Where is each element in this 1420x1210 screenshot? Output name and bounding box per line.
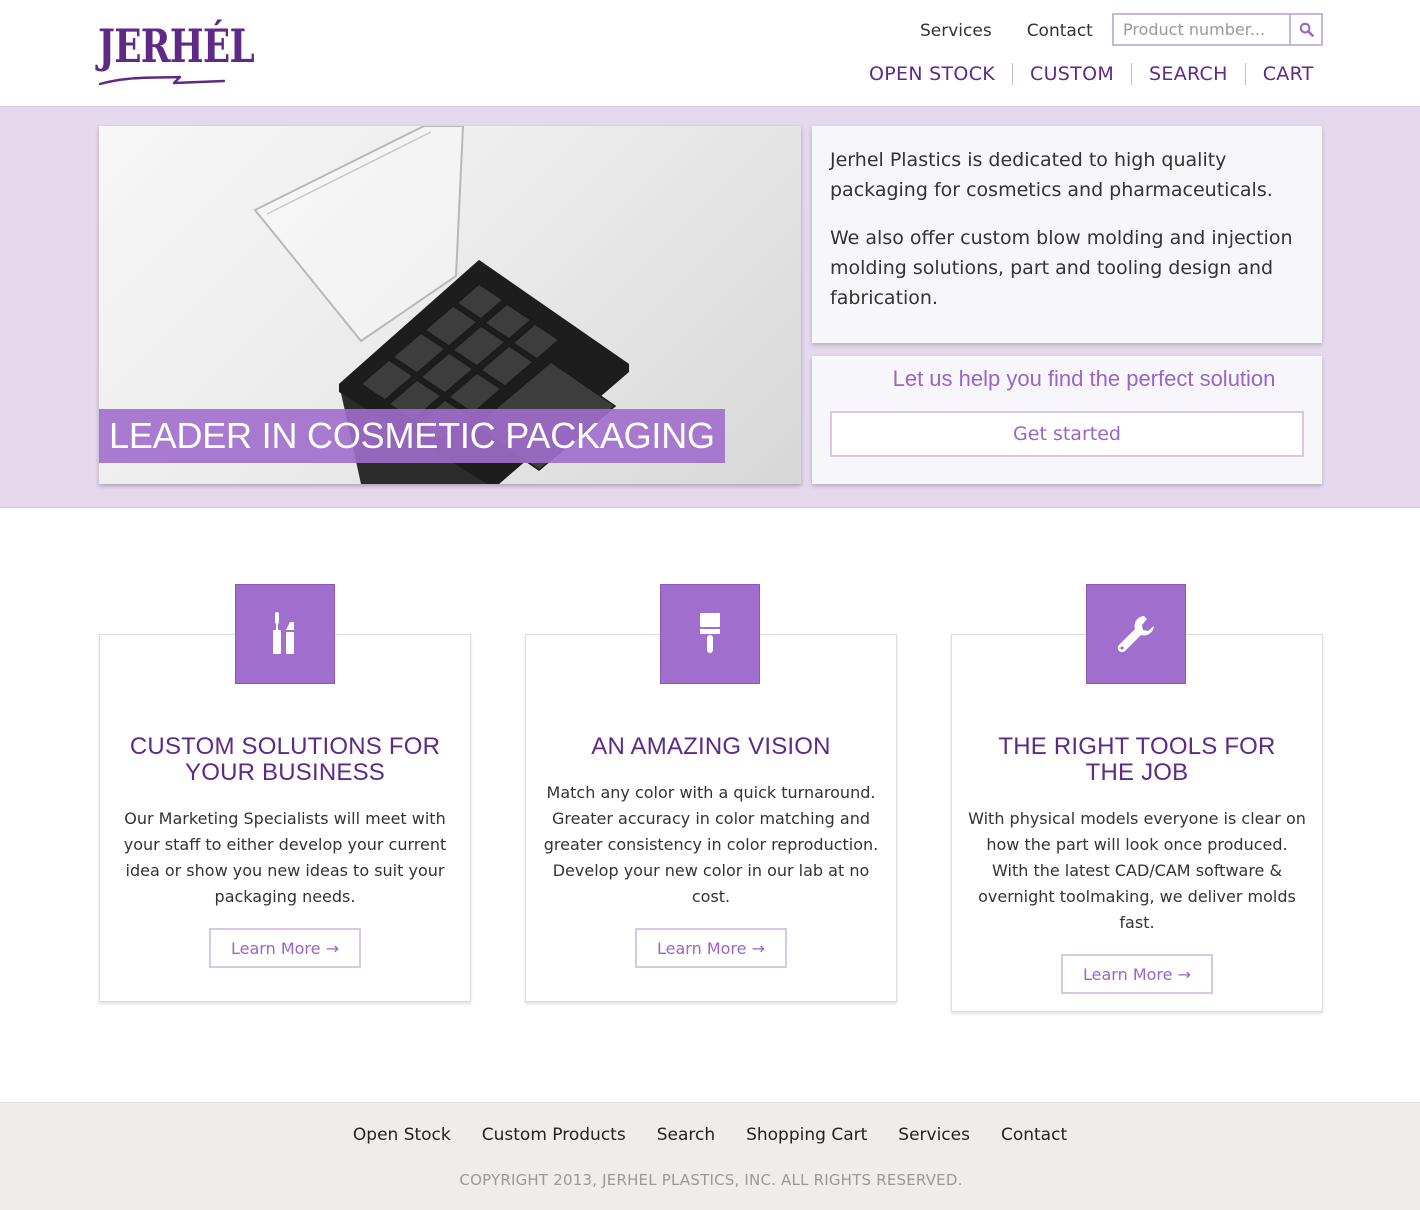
- nav-divider: [1012, 63, 1014, 85]
- footer-link-open-stock[interactable]: Open Stock: [353, 1124, 451, 1146]
- feature-title: THE RIGHT TOOLS FOR THE JOB: [998, 733, 1276, 786]
- nav-divider: [1131, 63, 1133, 85]
- feature-card-amazing-vision: AN AMAZING VISION Match any color with a…: [525, 634, 897, 1002]
- logo-wordmark: JERHÉL: [98, 19, 255, 73]
- feature-description: Our Marketing Specialists will meet with…: [123, 809, 447, 906]
- nav-cart[interactable]: CART: [1263, 62, 1314, 86]
- nav-custom[interactable]: CUSTOM: [1030, 62, 1114, 86]
- search-icon: [1299, 22, 1314, 37]
- utility-nav: Services Contact: [920, 20, 1093, 42]
- footer-link-custom-products[interactable]: Custom Products: [482, 1124, 626, 1146]
- hero-caption: LEADER IN COSMETIC PACKAGING: [99, 409, 725, 463]
- intro-paragraph: Jerhel Plastics is dedicated to high qua…: [830, 149, 1273, 201]
- feature-card-custom-solutions: CUSTOM SOLUTIONS FOR YOUR BUSINESS Our M…: [99, 634, 471, 1002]
- footer-nav: Open Stock Custom Products Search Shoppi…: [0, 1124, 1420, 1146]
- feature-description: Match any color with a quick turnaround.…: [543, 783, 879, 906]
- cta-heading: Let us help you find the perfect solutio…: [892, 366, 1276, 391]
- search-button[interactable]: [1289, 15, 1321, 44]
- intro-panel: Jerhel Plastics is dedicated to high qua…: [812, 126, 1322, 343]
- feature-icon-tile: [660, 584, 760, 684]
- wrench-icon: [1117, 616, 1154, 653]
- site-header: JERHÉL Services Contact OPEN STOCK CUSTO…: [0, 0, 1420, 107]
- product-number-input[interactable]: [1114, 15, 1289, 44]
- copyright-text: COPYRIGHT 2013, JERHEL PLASTICS, INC. AL…: [459, 1171, 963, 1189]
- nav-open-stock[interactable]: OPEN STOCK: [869, 62, 995, 86]
- services-link[interactable]: Services: [920, 20, 992, 42]
- contact-link[interactable]: Contact: [1027, 20, 1093, 42]
- feature-title: AN AMAZING VISION: [591, 733, 831, 760]
- feature-title: CUSTOM SOLUTIONS FOR YOUR BUSINESS: [129, 733, 441, 786]
- learn-more-button[interactable]: Learn More →: [209, 928, 361, 968]
- intro-paragraph: We also offer custom blow molding and in…: [830, 227, 1293, 309]
- footer-link-search[interactable]: Search: [657, 1124, 715, 1146]
- hero-image: LEADER IN COSMETIC PACKAGING: [99, 126, 801, 484]
- feature-icon-tile: [1086, 584, 1186, 684]
- cta-panel: Let us help you find the perfect solutio…: [812, 356, 1322, 484]
- footer-link-shopping-cart[interactable]: Shopping Cart: [746, 1124, 867, 1146]
- product-search: [1112, 13, 1323, 46]
- footer-link-contact[interactable]: Contact: [1001, 1124, 1067, 1146]
- nav-divider: [1244, 63, 1246, 85]
- paintbrush-icon: [700, 613, 720, 653]
- mascara-lipstick-icon: [273, 612, 294, 654]
- logo-swoosh-icon: [98, 75, 226, 86]
- learn-more-button[interactable]: Learn More →: [635, 928, 787, 968]
- feature-description: With physical models everyone is clear o…: [968, 809, 1306, 932]
- nav-search[interactable]: SEARCH: [1149, 62, 1228, 86]
- jerhel-logo[interactable]: JERHÉL: [98, 16, 255, 92]
- get-started-button[interactable]: Get started: [830, 411, 1304, 457]
- learn-more-button[interactable]: Learn More →: [1061, 954, 1213, 994]
- site-footer: Open Stock Custom Products Search Shoppi…: [0, 1102, 1420, 1210]
- main-nav: OPEN STOCK CUSTOM SEARCH CART: [869, 62, 1314, 86]
- feature-icon-tile: [235, 584, 335, 684]
- feature-card-right-tools: THE RIGHT TOOLS FOR THE JOB With physica…: [951, 634, 1323, 1012]
- footer-link-services[interactable]: Services: [898, 1124, 970, 1146]
